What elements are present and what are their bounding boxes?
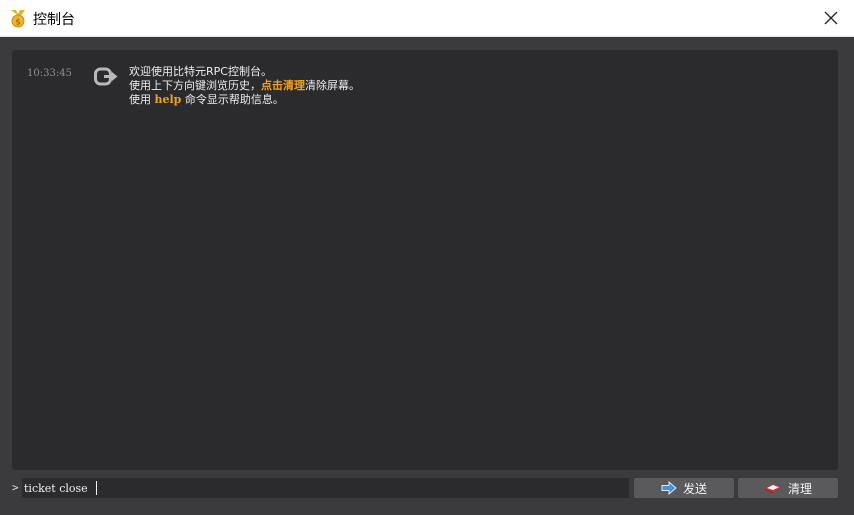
welcome-line-2: 使用上下方向键浏览历史，点击清理清除屏幕。: [129, 79, 360, 92]
console-arrow-icon: [94, 66, 120, 88]
welcome-message: 欢迎使用比特元RPC控制台。 使用上下方向键浏览历史，点击清理清除屏幕。 使用 …: [129, 65, 360, 107]
window-body: 10:33:45 欢迎使用比特元RPC控制台。 使用上下方向键浏览历史，点击清理…: [0, 37, 854, 515]
message-timestamp: 10:33:45: [27, 68, 72, 79]
command-input[interactable]: [22, 478, 629, 498]
title-bar: $ 控制台: [0, 0, 854, 37]
send-button-label: 发送: [682, 481, 707, 496]
welcome-line-1: 欢迎使用比特元RPC控制台。: [129, 65, 272, 78]
console-output[interactable]: 10:33:45 欢迎使用比特元RPC控制台。 使用上下方向键浏览历史，点击清理…: [12, 50, 838, 470]
clear-button-label: 清理: [787, 481, 812, 496]
text-cursor: [96, 481, 97, 495]
command-row: > 发送 清理: [0, 478, 854, 500]
coin-icon: $: [8, 8, 28, 28]
prompt-symbol: >: [12, 481, 19, 494]
arrow-right-icon: [661, 481, 677, 495]
send-button[interactable]: 发送: [634, 478, 734, 498]
close-button[interactable]: [808, 0, 854, 36]
clear-button[interactable]: 清理: [738, 478, 838, 498]
highlight-clear: 点击清理: [261, 79, 305, 92]
welcome-line-3: 使用 help 命令显示帮助信息。: [129, 93, 284, 106]
eraser-icon: [764, 482, 782, 494]
close-icon: [824, 11, 838, 25]
window-title: 控制台: [33, 12, 75, 28]
highlight-help: help: [154, 93, 182, 106]
svg-text:$: $: [15, 18, 20, 27]
